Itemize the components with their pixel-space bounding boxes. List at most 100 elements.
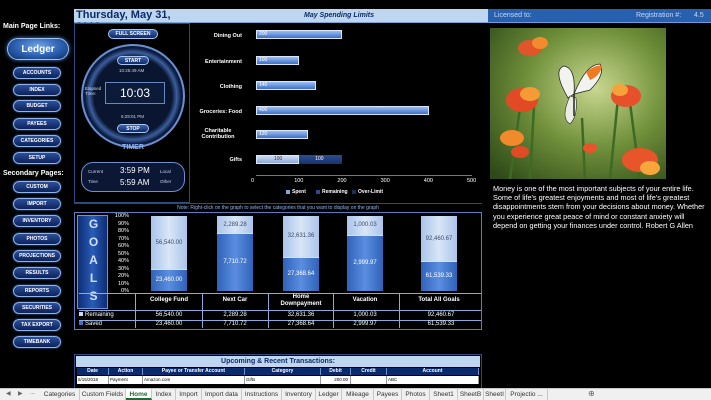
goal-saved-label: 7,710.72: [223, 259, 247, 266]
remaining-value: 1,000.03: [353, 312, 377, 318]
sheet-tab[interactable]: SheetB: [458, 389, 484, 400]
tab-scroll-right-icon[interactable]: ▶: [18, 390, 23, 397]
nav-timebank-button[interactable]: TIMEBANK: [13, 336, 61, 348]
sheet-tab[interactable]: Projectio ...: [506, 389, 548, 400]
percent-tick: 40%: [117, 258, 129, 264]
percent-tick: 90%: [117, 220, 129, 227]
sheet-tab[interactable]: Import: [176, 389, 202, 400]
sheet-tab[interactable]: SheetI: [484, 389, 506, 400]
remaining-row-label: Remaining: [79, 312, 114, 318]
remaining-value: 92,460.67: [427, 312, 455, 318]
legend-over-limit-label: Over-Limit: [358, 189, 384, 195]
timer-clock: START 10:25:49 AM Elapsed Time: 10:03 6:…: [81, 44, 185, 148]
butterfly-image: [490, 28, 666, 179]
transactions-panel: Upcoming & Recent Transactions: Date Act…: [74, 354, 482, 390]
nav-reports-button[interactable]: REPORTS: [13, 285, 61, 297]
goals-letter: G: [88, 217, 99, 231]
tx-debit-cell[interactable]: 200.00: [321, 376, 351, 384]
goal-remaining-label: 92,460.67: [425, 235, 453, 242]
nav-import-button[interactable]: IMPORT: [13, 198, 61, 210]
percent-tick: 60%: [117, 243, 129, 249]
nav-payees-button[interactable]: PAYEES: [13, 118, 61, 130]
saved-value: 27,368.64: [287, 321, 315, 327]
tx-action-cell[interactable]: Payment: [109, 376, 143, 384]
full-screen-button[interactable]: FULL SCREEN: [108, 29, 158, 39]
remaining-label-text: Remaining: [85, 312, 114, 318]
local-label: Local: [160, 169, 171, 174]
tab-more-icon[interactable]: ...: [30, 390, 35, 396]
goal-remaining-label: 32,631.36: [287, 233, 315, 240]
add-sheet-icon[interactable]: ⊕: [588, 389, 595, 398]
sheet-tab[interactable]: Mileage: [342, 389, 374, 400]
nav-accounts-button[interactable]: ACCOUNTS: [13, 67, 61, 79]
goals-letter: A: [89, 253, 98, 267]
other-time: 5:59 AM: [120, 178, 150, 187]
nav-tax-export-button[interactable]: TAX EXPORT: [13, 319, 61, 331]
x-tick-label: 0: [251, 178, 255, 184]
tx-credit-cell[interactable]: [351, 376, 387, 384]
sheet-tab[interactable]: Inventory: [282, 389, 316, 400]
sheet-tab[interactable]: Ledger: [316, 389, 342, 400]
category-label: Entertainment: [205, 59, 242, 65]
tx-date-cell[interactable]: 5/15/2018: [77, 376, 109, 384]
sheet-tab[interactable]: Payees: [374, 389, 402, 400]
x-tick-label: 200: [337, 178, 347, 184]
license-bar: Licensed to: Registration #: 4.5: [488, 9, 711, 23]
tx-category-cell[interactable]: Gifts: [245, 376, 321, 384]
tx-col-date: Date: [77, 368, 109, 375]
money-quote: Money is one of the most important subje…: [493, 184, 705, 230]
sheet-tab[interactable]: Categories: [40, 389, 80, 400]
other-label: Other: [160, 179, 172, 184]
saved-value: 23,460.00: [155, 321, 183, 327]
remaining-value: 56,540.00: [155, 312, 183, 318]
legend-remaining: Remaining: [316, 189, 348, 195]
table-line: [79, 310, 481, 311]
sheet-tab[interactable]: Home: [126, 389, 152, 400]
sheet-tab[interactable]: Photos: [402, 389, 430, 400]
goals-letter: S: [89, 289, 98, 303]
stop-button[interactable]: STOP: [117, 124, 149, 133]
table-line: [333, 293, 334, 328]
start-button[interactable]: START: [117, 56, 149, 65]
nav-categories-button[interactable]: CATEGORIES: [13, 135, 61, 147]
elapsed-time: 10:03: [120, 86, 151, 100]
x-axis-line: [256, 175, 472, 176]
sheet-tab[interactable]: Import data: [202, 389, 242, 400]
legend-remaining-label: Remaining: [322, 189, 348, 195]
timer-panel: FULL SCREEN START 10:25:49 AM Elapsed Ti…: [74, 23, 190, 203]
nav-custom-button[interactable]: CUSTOM: [13, 181, 61, 193]
nav-inventory-button[interactable]: INVENTORY: [13, 215, 61, 227]
tx-col-action: Action: [109, 368, 143, 375]
category-label: Groceries: Food: [199, 109, 242, 115]
category-label: Clothing: [219, 84, 242, 90]
nav-index-button[interactable]: INDEX: [13, 84, 61, 96]
sheet-tab[interactable]: Index: [152, 389, 176, 400]
nav-projections-button[interactable]: PROJECTIONS: [13, 250, 61, 262]
goal-header: Total All Goals: [418, 297, 460, 303]
saved-value: 2,999.97: [353, 321, 377, 327]
sheet-tab[interactable]: Sheet1: [430, 389, 458, 400]
ledger-button[interactable]: Ledger: [7, 38, 69, 60]
percent-tick: 70%: [117, 235, 129, 242]
stop-time: 6:29:01 PM: [121, 114, 145, 119]
sheet-tab[interactable]: Custom Fields: [80, 389, 126, 400]
tab-scroll-left-icon[interactable]: ◀: [6, 390, 11, 397]
tx-payee-cell[interactable]: Amazon.com: [143, 376, 245, 384]
remaining-value: 2,289.28: [223, 312, 247, 318]
goals-letter: L: [89, 271, 98, 285]
nav-photos-button[interactable]: PHOTOS: [13, 233, 61, 245]
transactions-title: Upcoming & Recent Transactions:: [76, 356, 480, 367]
nav-setup-button[interactable]: SETUP: [13, 152, 61, 164]
nav-securities-button[interactable]: SECURITIES: [13, 302, 61, 314]
goal-remaining-label: 2,289.28: [223, 221, 247, 228]
category-label: Gifts: [229, 157, 242, 163]
sheet-tab[interactable]: Instructions: [242, 389, 282, 400]
tx-account-cell[interactable]: ABC: [387, 376, 479, 384]
nav-results-button[interactable]: RESULTS: [13, 267, 61, 279]
x-tick-label: 100: [294, 178, 304, 184]
legend-spent: Spent: [286, 189, 306, 195]
percent-tick: 30%: [117, 265, 129, 272]
saved-value: 7,710.72: [223, 321, 247, 327]
spending-limits-chart[interactable]: Dining Out Entertainment Clothing Grocer…: [190, 23, 488, 203]
nav-budget-button[interactable]: BUDGET: [13, 100, 61, 112]
